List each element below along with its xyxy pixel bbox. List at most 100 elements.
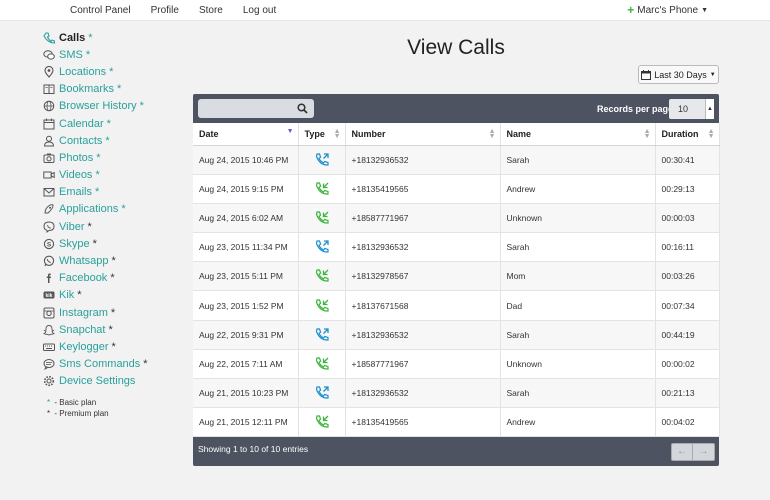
cell-date: Aug 23, 2015 1:52 PM	[193, 290, 299, 321]
sidebar-item-sms-commands[interactable]: Sms Commands *	[43, 356, 183, 373]
book-icon	[43, 83, 55, 95]
cell-name: Sarah	[500, 145, 656, 175]
top-nav: Control Panel Profile Store Log out	[60, 0, 286, 21]
cell-date: Aug 23, 2015 5:11 PM	[193, 261, 299, 292]
sidebar-item-whatsapp[interactable]: Whatsapp *	[43, 252, 183, 269]
sidebar-item-label: Instagram	[59, 306, 108, 319]
plan-legend: * - Basic plan * - Premium plan	[43, 397, 183, 419]
plan-star-basic: *	[95, 186, 100, 199]
legend-basic: * - Basic plan	[47, 397, 97, 407]
incoming-call-icon	[314, 211, 330, 224]
cell-type	[298, 174, 346, 204]
plan-star-premium: *	[111, 340, 116, 353]
sidebar-item-browser-history[interactable]: Browser History *	[43, 98, 183, 115]
sidebar-item-instagram[interactable]: Instagram *	[43, 304, 183, 321]
sidebar-item-calls[interactable]: Calls *	[43, 29, 183, 46]
incoming-call-icon	[314, 298, 330, 312]
search-input[interactable]	[198, 99, 314, 118]
nav-log-out[interactable]: Log out	[233, 0, 286, 21]
calendar-icon	[641, 69, 652, 80]
date-range-label: Last 30 Days	[654, 69, 707, 80]
table-row[interactable]: Aug 23, 2015 11:34 PM +18132936532 Sarah 00…	[193, 232, 720, 263]
prev-page-button[interactable]: ←	[671, 443, 693, 461]
sidebar-item-calendar[interactable]: Calendar *	[43, 115, 183, 132]
plan-star-basic: *	[121, 203, 126, 216]
cell-date: Aug 21, 2015 10:23 PM	[193, 378, 299, 409]
table-row[interactable]: Aug 23, 2015 5:11 PM +18132978567 Mom 00:03…	[193, 261, 720, 292]
location-pin-icon	[43, 65, 55, 78]
incoming-call-icon	[314, 415, 330, 428]
table-row[interactable]: Aug 23, 2015 1:52 PM +18137671568 Dad 00:07…	[193, 290, 720, 321]
search-icon	[297, 103, 308, 114]
table-row[interactable]: Aug 24, 2015 9:15 PM +18135419565 Andrew 00…	[193, 174, 720, 204]
column-header-name[interactable]: Name ▲ ▼	[500, 123, 656, 146]
plan-star-premium: *	[111, 255, 116, 268]
sidebar-item-viber[interactable]: Viber *	[43, 218, 183, 235]
nav-store[interactable]: Store	[189, 0, 233, 21]
cell-duration: 00:04:02	[655, 407, 720, 438]
sidebar-item-device-settings[interactable]: Device Settings	[43, 373, 183, 390]
cell-duration: 00:00:02	[655, 349, 720, 380]
cell-number: +18132978567	[345, 261, 501, 292]
pagination: ← →	[671, 443, 715, 461]
table-row[interactable]: Aug 21, 2015 10:23 PM +18132936532 Sarah 00…	[193, 378, 720, 409]
sidebar-item-label: Browser History	[59, 100, 137, 113]
table-row[interactable]: Aug 22, 2015 7:11 AM +18587771967 Unknown 0…	[193, 349, 720, 380]
nav-control-panel[interactable]: Control Panel	[60, 0, 141, 21]
sidebar-item-label: Emails	[59, 186, 93, 199]
cell-date: Aug 24, 2015 6:02 AM	[193, 203, 299, 234]
sidebar-item-snapchat[interactable]: Snapchat *	[43, 321, 183, 338]
cell-name: Dad	[500, 290, 656, 321]
cell-type	[298, 145, 346, 175]
cell-number: +18132936532	[345, 145, 501, 175]
sidebar-item-videos[interactable]: Videos *	[43, 167, 183, 184]
svg-text:S: S	[47, 241, 52, 248]
viber-icon	[43, 221, 55, 233]
sidebar-item-label: Device Settings	[59, 375, 136, 388]
table-row[interactable]: Aug 24, 2015 10:46 PM +18132936532 Sarah 00…	[193, 145, 720, 175]
cell-duration: 00:29:13	[655, 174, 720, 204]
table-row[interactable]: Aug 21, 2015 12:11 PM +18135419565 Andrew 0…	[193, 407, 720, 438]
cell-number: +18587771967	[345, 203, 501, 234]
table-row[interactable]: Aug 24, 2015 6:02 AM +18587771967 Unknown 0…	[193, 203, 720, 234]
skype-icon: S	[43, 238, 55, 250]
cell-number: +18132936532	[345, 320, 501, 350]
globe-icon	[43, 100, 55, 112]
legend-premium: * - Premium plan	[47, 408, 109, 418]
sidebar-item-kik[interactable]: kik Kik *	[43, 287, 183, 304]
sidebar-item-locations[interactable]: Locations *	[43, 63, 183, 80]
sidebar-item-skype[interactable]: S Skype *	[43, 235, 183, 252]
plan-star-basic: *	[139, 100, 144, 113]
sidebar-item-emails[interactable]: Emails *	[43, 184, 183, 201]
device-menu[interactable]: + Marc's Phone ▼	[627, 0, 708, 21]
plan-star-premium: *	[77, 289, 82, 302]
date-range-button[interactable]: Last 30 Days ▼	[638, 65, 719, 84]
sidebar-item-bookmarks[interactable]: Bookmarks *	[43, 81, 183, 98]
sidebar-item-sms[interactable]: SMS *	[43, 46, 183, 63]
sidebar-item-label: Whatsapp	[59, 255, 109, 268]
cell-duration: 00:44:19	[655, 320, 720, 350]
nav-profile[interactable]: Profile	[141, 0, 189, 21]
sidebar-item-keylogger[interactable]: Keylogger *	[43, 338, 183, 355]
incoming-call-icon	[314, 357, 330, 370]
column-header-number[interactable]: Number ▲ ▼	[345, 123, 501, 146]
sidebar-item-contacts[interactable]: Contacts *	[43, 132, 183, 149]
cell-date: Aug 23, 2015 11:34 PM	[193, 232, 299, 263]
sidebar-item-applications[interactable]: Applications *	[43, 201, 183, 218]
cell-type	[298, 232, 346, 263]
sidebar-item-facebook[interactable]: Facebook *	[43, 270, 183, 287]
column-header-duration[interactable]: Duration ▲ ▼	[655, 123, 720, 146]
cell-number: +18137671568	[345, 290, 501, 321]
table-row[interactable]: Aug 22, 2015 9:31 PM +18132936532 Sarah 00:…	[193, 320, 720, 350]
cell-date: Aug 21, 2015 12:11 PM	[193, 407, 299, 438]
records-per-page-select[interactable]: 10 ▲	[669, 99, 714, 119]
column-header-date[interactable]: Date ▼	[193, 123, 299, 146]
next-page-button[interactable]: →	[693, 443, 715, 461]
column-header-type[interactable]: Type ▲ ▼	[298, 123, 346, 146]
sidebar-item-photos[interactable]: Photos *	[43, 149, 183, 166]
plan-star-premium: *	[143, 358, 148, 371]
sidebar-item-label: Kik	[59, 289, 75, 302]
sidebar-item-label: Facebook	[59, 272, 108, 285]
sort-icon: ▲ ▼	[488, 128, 496, 140]
chat-icon	[43, 49, 55, 61]
